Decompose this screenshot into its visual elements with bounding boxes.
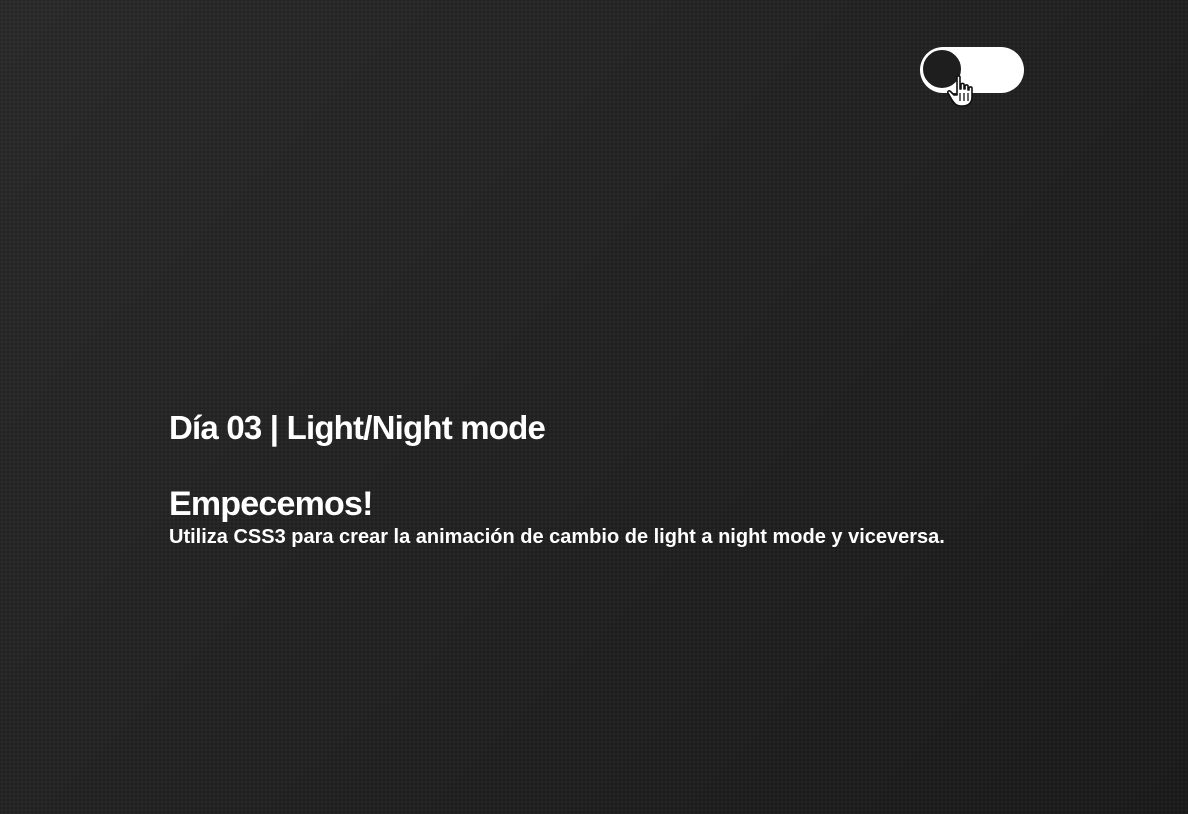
instructions-text: Utiliza CSS3 para crear la animación de …: [169, 526, 945, 548]
hand-pointer-icon: [946, 75, 973, 107]
section-heading: Empecemos!: [169, 485, 373, 523]
main-content: Día 03 | Light/Night mode Empecemos! Uti…: [169, 406, 1129, 550]
page-title: Día 03 | Light/Night mode: [169, 409, 546, 446]
